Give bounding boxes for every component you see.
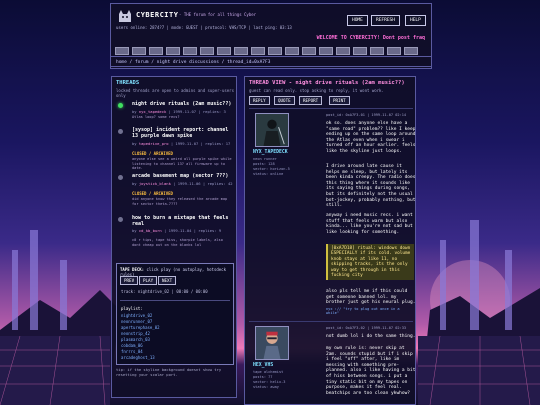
nav-slot-button[interactable] (404, 47, 418, 55)
post-username[interactable]: NYX_TAPEDECK (253, 150, 288, 155)
breadcrumb[interactable]: home / forum / night drive discussions /… (110, 56, 432, 67)
user-sector: sector: horizon-5 (253, 167, 290, 171)
post-username[interactable]: HEX_VHS (253, 363, 273, 368)
nav-slot-button[interactable] (302, 47, 316, 55)
tip-text: tip: if the skyline background doesnt sh… (116, 367, 222, 377)
play-button[interactable]: PLAY (139, 276, 158, 285)
post-paragraph: also pls tell me if this could get someo… (326, 289, 416, 306)
quote-button[interactable]: QUOTE (274, 96, 295, 105)
user-posts: posts: 77 (253, 375, 273, 379)
post-meta: post_id: 0xA7F3-02 | 1999-11-07 02:33 (326, 326, 407, 330)
reply-button[interactable]: REPLY (249, 96, 270, 105)
post-paragraph: not dumb lol i do the same thing. (326, 334, 416, 339)
nav-slot-button[interactable] (336, 47, 350, 55)
thread-snippet: c0 r tips, tape hiss, sharpie labels, al… (132, 238, 223, 247)
post-paragraph: ok so. does anyone else have a "same roa… (326, 121, 416, 154)
avatar (255, 326, 289, 360)
nav-slot-button[interactable] (217, 47, 231, 55)
nav-slot-button[interactable] (200, 47, 214, 55)
nav-slot-button[interactable] (319, 47, 333, 55)
thread-title[interactable]: night drive rituals (2am music??) (132, 101, 232, 107)
thread-snippet: anyone else see a weird all purple spike… (132, 157, 232, 170)
thread-status-icon (118, 129, 123, 134)
report-button[interactable]: REPORT (299, 96, 323, 105)
playlist-item[interactable]: plasmarch_03 (121, 337, 150, 342)
welcome-marquee: WELCOME TO CYBERCITY! Dont post fraq (316, 35, 425, 41)
playlist-item[interactable]: aperturephase_02 (121, 325, 160, 330)
threads-subtitle: locked threads are open to admins and su… (116, 88, 235, 98)
closed-badge: CLOSED / ARCHIVED (132, 191, 173, 196)
home-button[interactable]: HOME (347, 15, 368, 26)
nav-slot-button[interactable] (353, 47, 367, 55)
thread-view-panel: THREAD VIEW - night drive rituals (2am m… (244, 76, 416, 405)
nav-slot-button[interactable] (268, 47, 282, 55)
threads-panel: THREADS locked threads are open to admin… (111, 76, 237, 398)
thread-status-icon (118, 103, 123, 108)
site-title: CYBERCITY (136, 11, 179, 19)
playlist-label: playlist: (121, 306, 143, 311)
nav-slot-button[interactable] (285, 47, 299, 55)
closed-badge: CLOSED / ARCHIVED (132, 151, 173, 156)
post-signature: nyx :// "try to plug out once in a while… (326, 307, 400, 315)
forum-post: HEX_VHS tape alchemist posts: 77 sector:… (249, 321, 416, 404)
threads-title: THREADS (116, 80, 140, 86)
nav-slot-button[interactable] (166, 47, 180, 55)
playlist-item[interactable]: cobdam_06 (121, 343, 143, 348)
refresh-button[interactable]: REFRESH (371, 15, 400, 26)
thread-item[interactable]: how to burn a mixtape that feels real by… (116, 215, 234, 255)
cat-logo-icon (119, 10, 131, 22)
playlist-item[interactable]: nightdrive_02 (121, 313, 152, 318)
user-rank: neon runner (253, 157, 277, 161)
thread-status-icon (118, 175, 123, 180)
thread-item[interactable]: [sysop] incident report: channel 13 purp… (116, 127, 234, 173)
playlist-item[interactable]: neonrunner_07 (121, 319, 152, 324)
thread-title[interactable]: how to burn a mixtape that feels real (132, 215, 232, 227)
quote-block: [0xA7D18] ritual: windows down ESPECIALL… (326, 244, 414, 281)
nav-slot-button[interactable] (251, 47, 265, 55)
playlist-item[interactable]: fnrrrs_04 (121, 349, 143, 354)
user-status: status: online (253, 172, 284, 176)
thread-title[interactable]: arcade basement map (sector 7??) (132, 173, 232, 179)
help-button[interactable]: HELP (405, 15, 426, 26)
thread-status-icon (118, 217, 123, 222)
thread-meta: by cd_kb_burn | 1999-11-04 | replies: 9 (132, 228, 222, 233)
thread-meta: by nyx_tapedeck | 1999-11-07 | replies: … (132, 109, 226, 114)
thread-meta: by joystick_blank | 1999-11-06 | replies… (132, 181, 233, 186)
nav-slot-button[interactable] (370, 47, 384, 55)
thread-view-title: THREAD VIEW - night drive rituals (2am m… (249, 80, 405, 86)
next-button[interactable]: NEXT (158, 276, 177, 285)
nav-slot-button[interactable] (183, 47, 197, 55)
forum-post: NYX_TAPEDECK neon runner posts: 128 sect… (249, 108, 416, 316)
status-line: users online: 2874?7 | mode: GUEST | pro… (116, 25, 292, 30)
site-tagline: - THE forum for all things Cyber (179, 12, 257, 17)
divider (120, 300, 230, 301)
prev-button[interactable]: PREV (120, 276, 139, 285)
thread-title[interactable]: [sysop] incident report: channel 13 purp… (132, 127, 232, 139)
track-readout: track: nightdrive_02 | 00:00 / 00:00 (121, 289, 208, 294)
post-meta: post_id: 0xA7F3-01 | 1999-11-07 02:14 (326, 113, 407, 117)
nav-slot-button[interactable] (115, 47, 129, 55)
thread-snippet: Atlas loop? some recs? (132, 115, 180, 119)
thread-snippet: did anyone know they released the arcade… (132, 197, 228, 206)
nav-slot-button[interactable] (234, 47, 248, 55)
playlist-item[interactable]: neonstrip_42 (121, 331, 150, 336)
user-status: status: away (253, 385, 279, 389)
thread-view-subtitle: guest can read only. stop asking to repl… (249, 88, 384, 93)
nav-slot-button[interactable] (387, 47, 401, 55)
post-paragraph: I drive around late cause it helps me sl… (326, 164, 416, 209)
user-rank: tape alchemist (253, 370, 284, 374)
nav-slot-button[interactable] (149, 47, 163, 55)
thread-item[interactable]: arcade basement map (sector 7??) by joys… (116, 173, 234, 213)
nav-slot-button[interactable] (132, 47, 146, 55)
avatar (255, 113, 289, 147)
user-posts: posts: 128 (253, 162, 275, 166)
print-button[interactable]: PRINT (329, 96, 350, 105)
thread-meta: by tapedrive_pro | 1999-11-07 | replies:… (132, 141, 231, 146)
thread-item[interactable]: night drive rituals (2am music??) by nyx… (116, 101, 234, 127)
playlist-item[interactable]: arcadeghost_13 (121, 355, 155, 360)
tape-deck: TAPE DECK: click play (no autoplay, hots… (116, 263, 234, 365)
post-paragraph: my own rule is: never skip at 2am. sound… (326, 346, 416, 396)
post-paragraph: anyway i need music recs. i want stuff t… (326, 213, 413, 235)
user-sector: sector: helix-3 (253, 380, 286, 384)
